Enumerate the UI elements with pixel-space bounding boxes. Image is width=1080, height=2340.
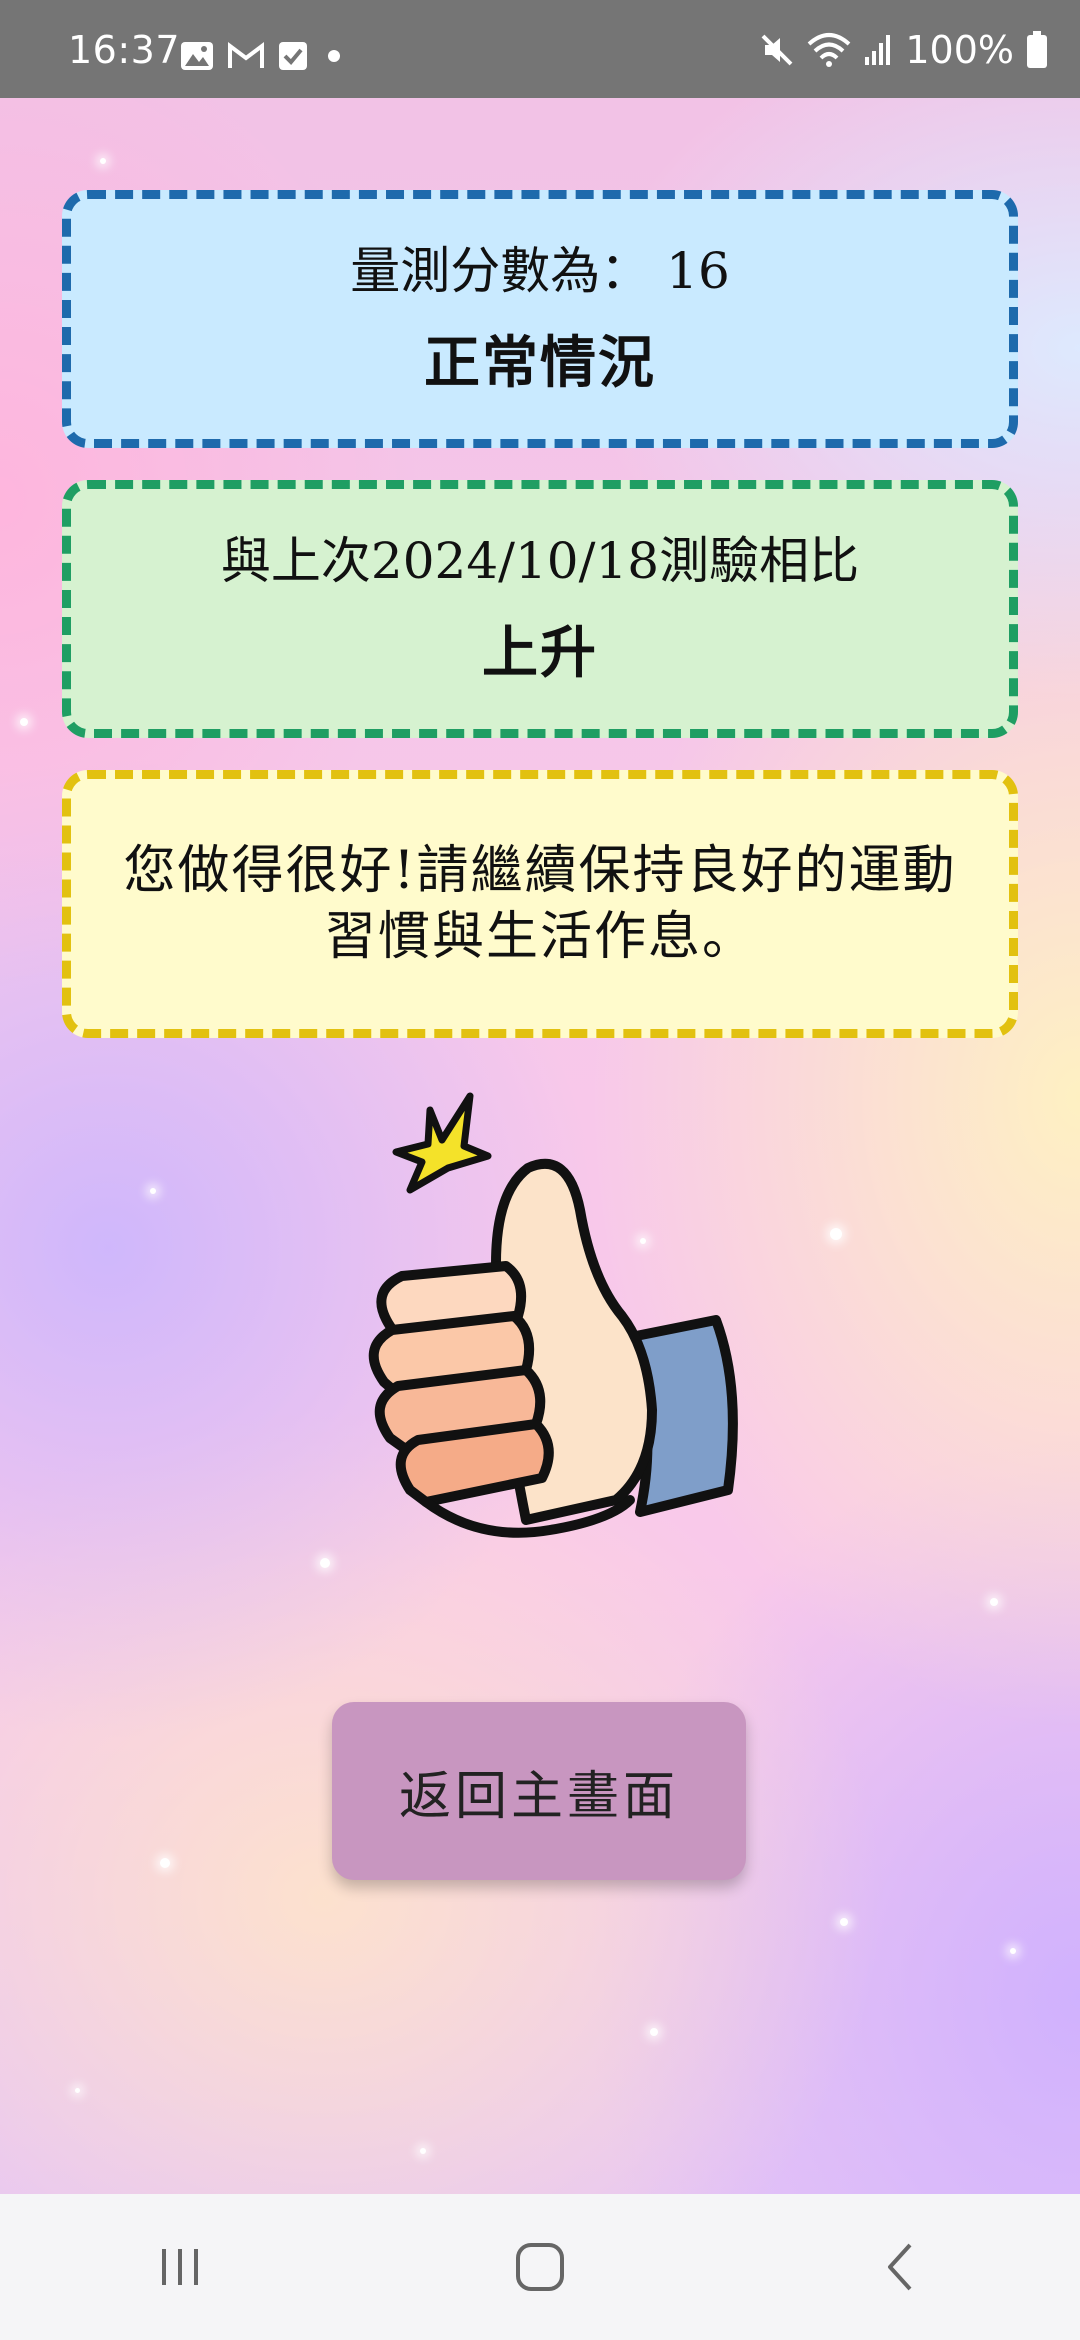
back-icon: [888, 2243, 912, 2291]
comparison-result: 上升: [482, 620, 598, 686]
gmail-icon: [228, 42, 264, 68]
dot-icon: [328, 50, 340, 62]
back-button[interactable]: [840, 2222, 960, 2312]
signal-icon: [865, 35, 891, 65]
system-icons: 100%: [759, 28, 1048, 72]
home-icon: [516, 2243, 564, 2291]
return-home-button[interactable]: 返回主畫面: [332, 1702, 746, 1880]
score-status: 正常情況: [424, 330, 656, 396]
battery-level: 100%: [905, 28, 1014, 72]
score-label: 量測分數為： 16: [350, 241, 730, 300]
notification-icons: [180, 36, 346, 76]
home-button[interactable]: [480, 2222, 600, 2312]
navigation-bar: [0, 2194, 1080, 2340]
wifi-icon: [808, 33, 851, 67]
image-icon: [181, 42, 213, 70]
checkbox-icon: [279, 42, 307, 70]
mute-icon: [761, 34, 793, 66]
score-card: 量測分數為： 16 正常情況: [62, 190, 1018, 448]
thumbs-up-illustration: [330, 1090, 760, 1600]
thumbs-up-icon: [368, 1092, 738, 1538]
battery-icon: [1027, 31, 1047, 68]
status-time: 16:37: [68, 28, 181, 72]
encouragement-message: 您做得很好!請繼續保持良好的運動習慣與生活作息。: [123, 841, 957, 967]
status-bar: 16:37 100%: [0, 0, 1080, 98]
recent-apps-button[interactable]: [120, 2222, 240, 2312]
recent-apps-icon: [162, 2249, 198, 2285]
comparison-label: 與上次2024/10/18測驗相比: [220, 531, 860, 590]
comparison-card: 與上次2024/10/18測驗相比 上升: [62, 480, 1018, 738]
message-card: 您做得很好!請繼續保持良好的運動習慣與生活作息。: [62, 770, 1018, 1038]
